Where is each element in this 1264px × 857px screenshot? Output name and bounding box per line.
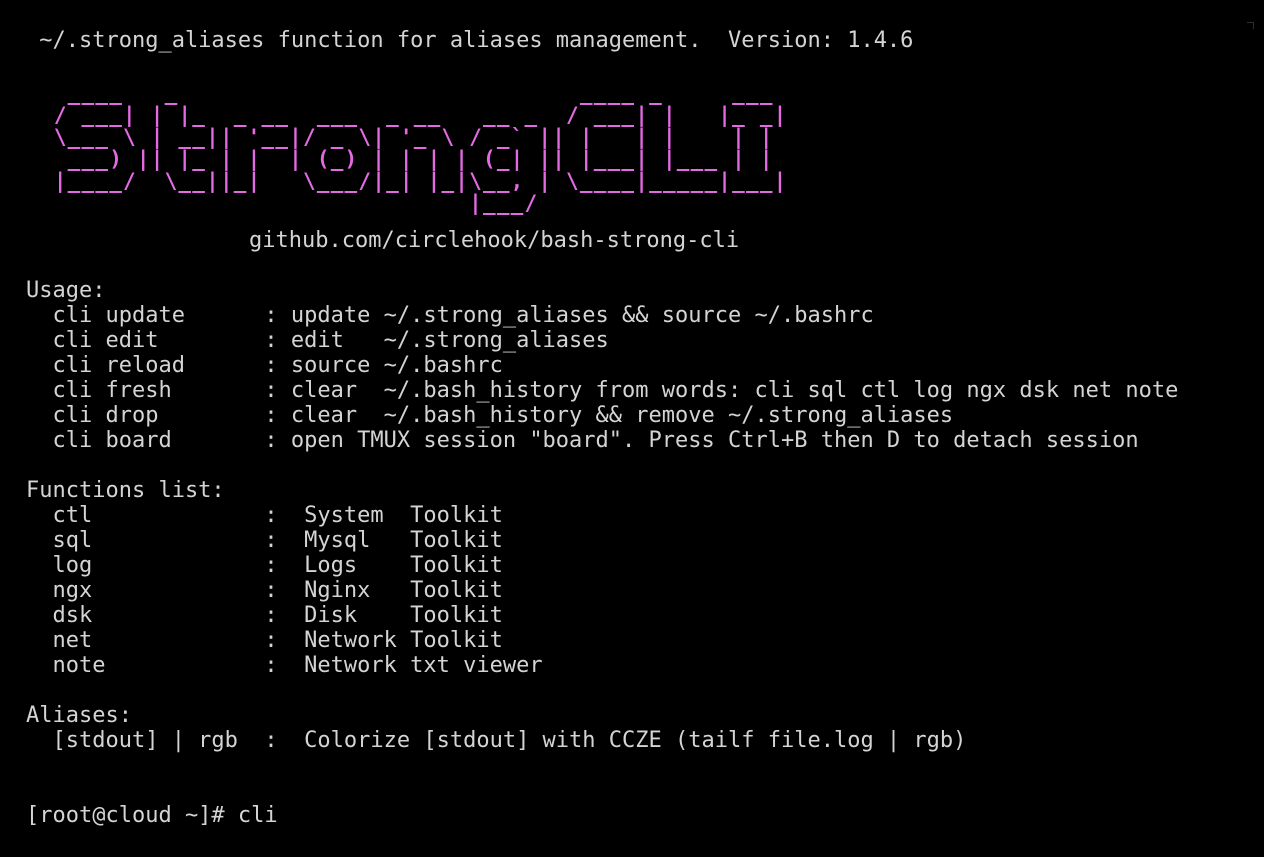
repo-url: github.com/circlehook/bash-strong-cli	[249, 228, 740, 253]
functions-heading: Functions list:	[26, 478, 225, 503]
function-row: sql : Mysql Toolkit	[26, 528, 503, 553]
command-input[interactable]: cli	[238, 803, 278, 828]
usage-row: cli reload : source ~/.bashrc	[26, 353, 503, 378]
usage-row: cli drop : clear ~/.bash_history && remo…	[26, 403, 954, 428]
shell-prompt: [root@cloud ~]#	[26, 803, 238, 828]
window-corner-marker	[1247, 22, 1254, 29]
function-row: dsk : Disk Toolkit	[26, 603, 503, 628]
terminal-window[interactable]: { "header_line": " ~/.strong_aliases fun…	[0, 0, 1264, 857]
function-row: net : Network Toolkit	[26, 628, 503, 653]
alias-row: [stdout] | rgb : Colorize [stdout] with …	[26, 728, 967, 753]
usage-row: cli edit : edit ~/.strong_aliases	[26, 328, 609, 353]
usage-row: cli update : update ~/.strong_aliases &&…	[26, 303, 874, 328]
command-prompt-line[interactable]: [root@cloud ~]# cli	[26, 803, 278, 828]
function-row: ctl : System Toolkit	[26, 503, 503, 528]
usage-row: cli board : open TMUX session "board". P…	[26, 428, 1139, 453]
function-row: ngx : Nginx Toolkit	[26, 578, 503, 603]
usage-row: cli fresh : clear ~/.bash_history from w…	[26, 378, 1179, 403]
function-row: note : Network txt viewer	[26, 653, 543, 678]
strong-cli-ascii-banner: ____ _ ____ _ ___ / ___| | |_ _ __ ___ _…	[53, 81, 788, 215]
aliases-heading: Aliases:	[26, 703, 132, 728]
header-line: ~/.strong_aliases function for aliases m…	[26, 28, 914, 53]
function-row: log : Logs Toolkit	[26, 553, 503, 578]
usage-heading: Usage:	[26, 278, 106, 303]
